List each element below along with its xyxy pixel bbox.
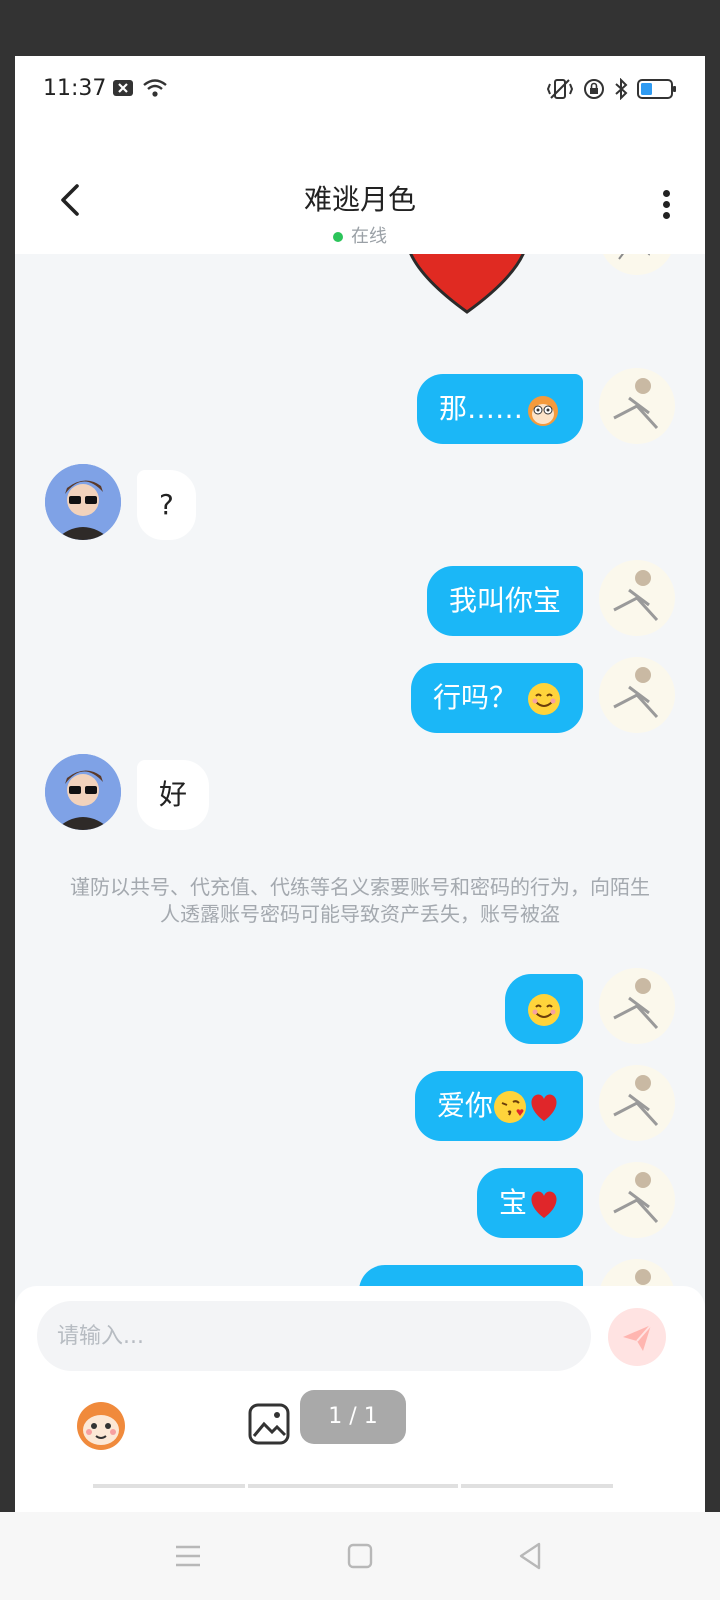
red-heart-emoji (531, 1191, 557, 1218)
emoji-picker-icon[interactable] (73, 1396, 129, 1452)
message-row: ? (15, 464, 705, 544)
message-row: 我叫你宝 (15, 560, 705, 640)
security-notice: 谨防以共号、代充值、代练等名义索要账号和密码的行为，向陌生人透露账号密码可能导致… (70, 875, 650, 926)
chat-header: 难逃月色 在线 (15, 126, 705, 254)
message-composer: 1 / 1 (15, 1286, 705, 1512)
send-icon (623, 1324, 652, 1351)
my-message-bubble[interactable]: 那…… (416, 374, 583, 444)
contact-message-bubble[interactable]: 好 (137, 760, 210, 830)
contact-name: 难逃月色 (303, 183, 416, 216)
more-options-icon[interactable] (661, 186, 671, 226)
message-text: 行吗？ (432, 681, 517, 714)
contact-avatar[interactable] (45, 464, 121, 540)
message-text: 爱你 (436, 1089, 493, 1122)
my-message-bubble[interactable]: 我叫你宝 (426, 566, 583, 636)
message-row: 好 (15, 754, 705, 834)
status-bar: 11:37 (15, 56, 705, 126)
kiss-emoji (494, 1091, 526, 1123)
message-text: 我叫你宝 (448, 584, 561, 617)
tab-indicator (248, 1484, 458, 1488)
contact-avatar[interactable] (45, 754, 121, 830)
message-list[interactable]: 那…… ? 我叫你宝 行吗？ 好 谨防以共号、代充值、代练等名义索要账号和密码的… (15, 254, 705, 1344)
smile-emoji (528, 994, 560, 1026)
phone-screen: 11:37 难逃月色 在线 那…… ? 我叫你宝 行吗？ 好 谨防以共号、代充值… (15, 56, 705, 1512)
message-text: 那…… (438, 392, 523, 425)
message-text: 好 (159, 778, 188, 811)
heart-sticker (409, 254, 525, 314)
vibrate-icon (546, 79, 574, 99)
monkey-face-icon (528, 396, 558, 426)
status-time: 11:37 (43, 76, 107, 101)
my-message-bubble[interactable] (505, 974, 583, 1044)
my-message-bubble[interactable]: 宝 (476, 1168, 583, 1238)
bluetooth-icon (615, 78, 628, 100)
tab-indicator (461, 1484, 613, 1488)
my-message-bubble[interactable]: 爱你 (414, 1071, 583, 1141)
my-avatar[interactable] (599, 368, 675, 444)
my-avatar[interactable] (599, 254, 675, 275)
lock-rotation-icon (584, 79, 604, 99)
image-picker-icon[interactable] (247, 1402, 291, 1446)
tab-indicator (93, 1484, 245, 1488)
message-text: 宝 (498, 1186, 527, 1219)
contact-message-bubble[interactable]: ? (137, 470, 196, 540)
home-icon[interactable] (342, 1538, 378, 1574)
system-navigation-bar (0, 1512, 720, 1600)
message-row: 爱你 (15, 1065, 705, 1145)
my-avatar[interactable] (599, 968, 675, 1044)
page-indicator: 1 / 1 (300, 1390, 406, 1444)
message-row (15, 968, 705, 1048)
message-row: 行吗？ (15, 657, 705, 737)
notification-x-icon (113, 80, 133, 96)
my-avatar[interactable] (599, 657, 675, 733)
my-avatar[interactable] (599, 1162, 675, 1238)
red-heart-emoji (531, 1094, 557, 1121)
my-message-bubble[interactable]: 行吗？ (410, 663, 583, 733)
menu-icon[interactable] (170, 1538, 206, 1574)
smile-emoji (528, 683, 560, 715)
back-icon[interactable] (512, 1538, 548, 1574)
my-avatar[interactable] (599, 1065, 675, 1141)
wifi-icon (143, 79, 167, 97)
online-dot-icon (333, 232, 343, 242)
battery-icon (637, 79, 676, 99)
my-avatar[interactable] (599, 560, 675, 636)
send-button[interactable] (608, 1308, 666, 1366)
message-input[interactable] (37, 1301, 591, 1371)
message-row: 宝 (15, 1162, 705, 1242)
message-row: 那…… (15, 368, 705, 448)
message-text: ? (159, 488, 174, 521)
online-status: 在线 (15, 222, 705, 248)
online-status-label: 在线 (351, 226, 387, 247)
